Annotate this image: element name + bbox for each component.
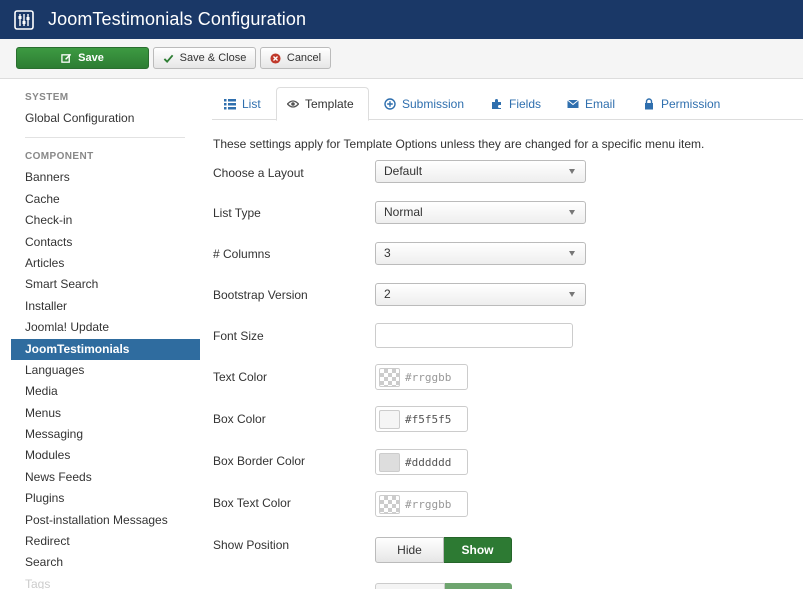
columns-select-value: 3 bbox=[384, 246, 391, 260]
show-position-hide-button[interactable]: Hide bbox=[375, 537, 444, 563]
box-color-swatch[interactable] bbox=[379, 409, 400, 429]
sidebar-item-redirect[interactable]: Redirect bbox=[11, 531, 200, 552]
app-header: JoomTestimonials Configuration bbox=[0, 0, 803, 39]
tab-permission-label: Permission bbox=[661, 96, 721, 111]
sidebar-item-media[interactable]: Media bbox=[11, 381, 200, 402]
sidebar-item-banners[interactable]: Banners bbox=[11, 167, 200, 188]
sidebar-heading-component: COMPONENT bbox=[25, 151, 94, 163]
tab-list[interactable]: List bbox=[214, 87, 271, 120]
sidebar-item-global-configuration[interactable]: Global Configuration bbox=[11, 108, 200, 129]
sidebar-item-contacts[interactable]: Contacts bbox=[11, 232, 200, 253]
sidebar-item-check-in[interactable]: Check-in bbox=[11, 210, 200, 231]
cancel-circle-icon bbox=[270, 52, 281, 64]
puzzle-icon bbox=[492, 98, 501, 109]
sidebar-item-articles[interactable]: Articles bbox=[11, 253, 200, 274]
next-toggle-left[interactable] bbox=[375, 583, 445, 589]
show-position-label: Show Position bbox=[213, 538, 290, 552]
layout-select-value: Default bbox=[384, 164, 423, 178]
config-tabs: List Template Submission Fields Email Pe… bbox=[212, 86, 803, 121]
joomla-sliders-icon bbox=[14, 9, 34, 30]
layout-select[interactable]: Default bbox=[375, 160, 586, 183]
sidebar-item-menus[interactable]: Menus bbox=[11, 403, 200, 424]
page-title: JoomTestimonials Configuration bbox=[48, 9, 307, 29]
save-button[interactable]: Save bbox=[16, 47, 149, 69]
next-toggle-right[interactable] bbox=[444, 583, 512, 589]
tab-email[interactable]: Email bbox=[557, 87, 625, 120]
save-close-label: Save & Close bbox=[179, 52, 247, 64]
save-close-button[interactable]: Save & Close bbox=[153, 47, 256, 69]
text-color-label: Text Color bbox=[213, 370, 268, 384]
cancel-button[interactable]: Cancel bbox=[260, 47, 331, 69]
sidebar-item-plugins[interactable]: Plugins bbox=[11, 488, 200, 509]
text-color-swatch[interactable] bbox=[379, 367, 400, 387]
text-color-field[interactable]: #rrggbb bbox=[375, 364, 468, 390]
tab-template[interactable]: Template bbox=[276, 87, 369, 121]
sidebar-item-news-feeds[interactable]: News Feeds bbox=[11, 467, 200, 488]
plus-circle-icon bbox=[384, 97, 396, 110]
layout-label: Choose a Layout bbox=[213, 166, 304, 180]
caret-down-icon bbox=[569, 210, 575, 215]
sidebar-item-search[interactable]: Search bbox=[11, 552, 200, 573]
font-size-input[interactable] bbox=[375, 323, 573, 348]
sidebar-item-modules[interactable]: Modules bbox=[11, 445, 200, 466]
bootstrap-select-value: 2 bbox=[384, 287, 391, 301]
sidebar-divider bbox=[25, 137, 185, 139]
box-text-color-label: Box Text Color bbox=[213, 496, 291, 510]
tab-template-label: Template bbox=[305, 97, 354, 111]
text-color-placeholder: #rrggbb bbox=[405, 370, 452, 384]
list-icon bbox=[224, 98, 236, 109]
box-border-color-label: Box Border Color bbox=[213, 454, 306, 468]
sidebar-item-post-installation-messages[interactable]: Post-installation Messages bbox=[11, 510, 200, 531]
eye-icon bbox=[287, 100, 299, 108]
sidebar-item-joomtestimonials[interactable]: JoomTestimonials bbox=[11, 338, 200, 360]
bootstrap-label: Bootstrap Version bbox=[213, 288, 308, 302]
box-text-color-placeholder: #rrggbb bbox=[405, 497, 452, 511]
list-type-select[interactable]: Normal bbox=[375, 201, 586, 224]
sidebar-item-cache[interactable]: Cache bbox=[11, 189, 200, 210]
tab-list-label: List bbox=[242, 96, 261, 111]
columns-label: # Columns bbox=[213, 247, 271, 261]
sidebar-item-joomla-update[interactable]: Joomla! Update bbox=[11, 317, 200, 338]
caret-down-icon bbox=[569, 292, 575, 297]
box-border-color-value: #dddddd bbox=[405, 455, 452, 469]
sidebar-item-tags[interactable]: Tags bbox=[11, 574, 200, 589]
list-type-label: List Type bbox=[213, 206, 261, 220]
sidebar: SYSTEM Global Configuration COMPONENT Ba… bbox=[11, 88, 200, 589]
check-icon bbox=[163, 54, 173, 63]
box-color-label: Box Color bbox=[213, 412, 266, 426]
box-border-color-swatch[interactable] bbox=[379, 452, 400, 472]
box-text-color-swatch[interactable] bbox=[379, 494, 400, 514]
edit-icon bbox=[61, 53, 72, 63]
sidebar-item-installer[interactable]: Installer bbox=[11, 296, 200, 317]
envelope-icon bbox=[567, 99, 579, 108]
box-text-color-field[interactable]: #rrggbb bbox=[375, 491, 468, 517]
columns-select[interactable]: 3 bbox=[375, 242, 586, 265]
save-label: Save bbox=[78, 52, 104, 64]
show-position-show-button[interactable]: Show bbox=[444, 537, 512, 563]
font-size-label: Font Size bbox=[213, 329, 264, 343]
list-type-select-value: Normal bbox=[384, 205, 423, 219]
cancel-label: Cancel bbox=[286, 52, 322, 64]
sidebar-item-languages[interactable]: Languages bbox=[11, 360, 200, 381]
sidebar-item-smart-search[interactable]: Smart Search bbox=[11, 274, 200, 295]
tab-submission[interactable]: Submission bbox=[374, 87, 474, 120]
caret-down-icon bbox=[569, 169, 575, 174]
template-description: These settings apply for Template Option… bbox=[213, 137, 705, 151]
next-toggle-partial bbox=[375, 583, 512, 589]
tab-fields-label: Fields bbox=[509, 96, 542, 111]
tab-email-label: Email bbox=[585, 96, 616, 111]
tab-permission[interactable]: Permission bbox=[633, 87, 730, 120]
tab-fields[interactable]: Fields bbox=[481, 87, 551, 120]
tab-submission-label: Submission bbox=[402, 96, 465, 111]
lock-icon bbox=[645, 97, 653, 109]
sidebar-heading-system: SYSTEM bbox=[25, 92, 69, 103]
toolbar: Save Save & Close Cancel bbox=[0, 39, 803, 79]
bootstrap-select[interactable]: 2 bbox=[375, 283, 586, 306]
caret-down-icon bbox=[569, 251, 575, 256]
box-color-field[interactable]: #f5f5f5 bbox=[375, 406, 468, 432]
box-border-color-field[interactable]: #dddddd bbox=[375, 449, 468, 475]
show-position-toggle: Hide Show bbox=[375, 537, 512, 563]
sidebar-item-messaging[interactable]: Messaging bbox=[11, 424, 200, 445]
box-color-value: #f5f5f5 bbox=[405, 412, 452, 426]
